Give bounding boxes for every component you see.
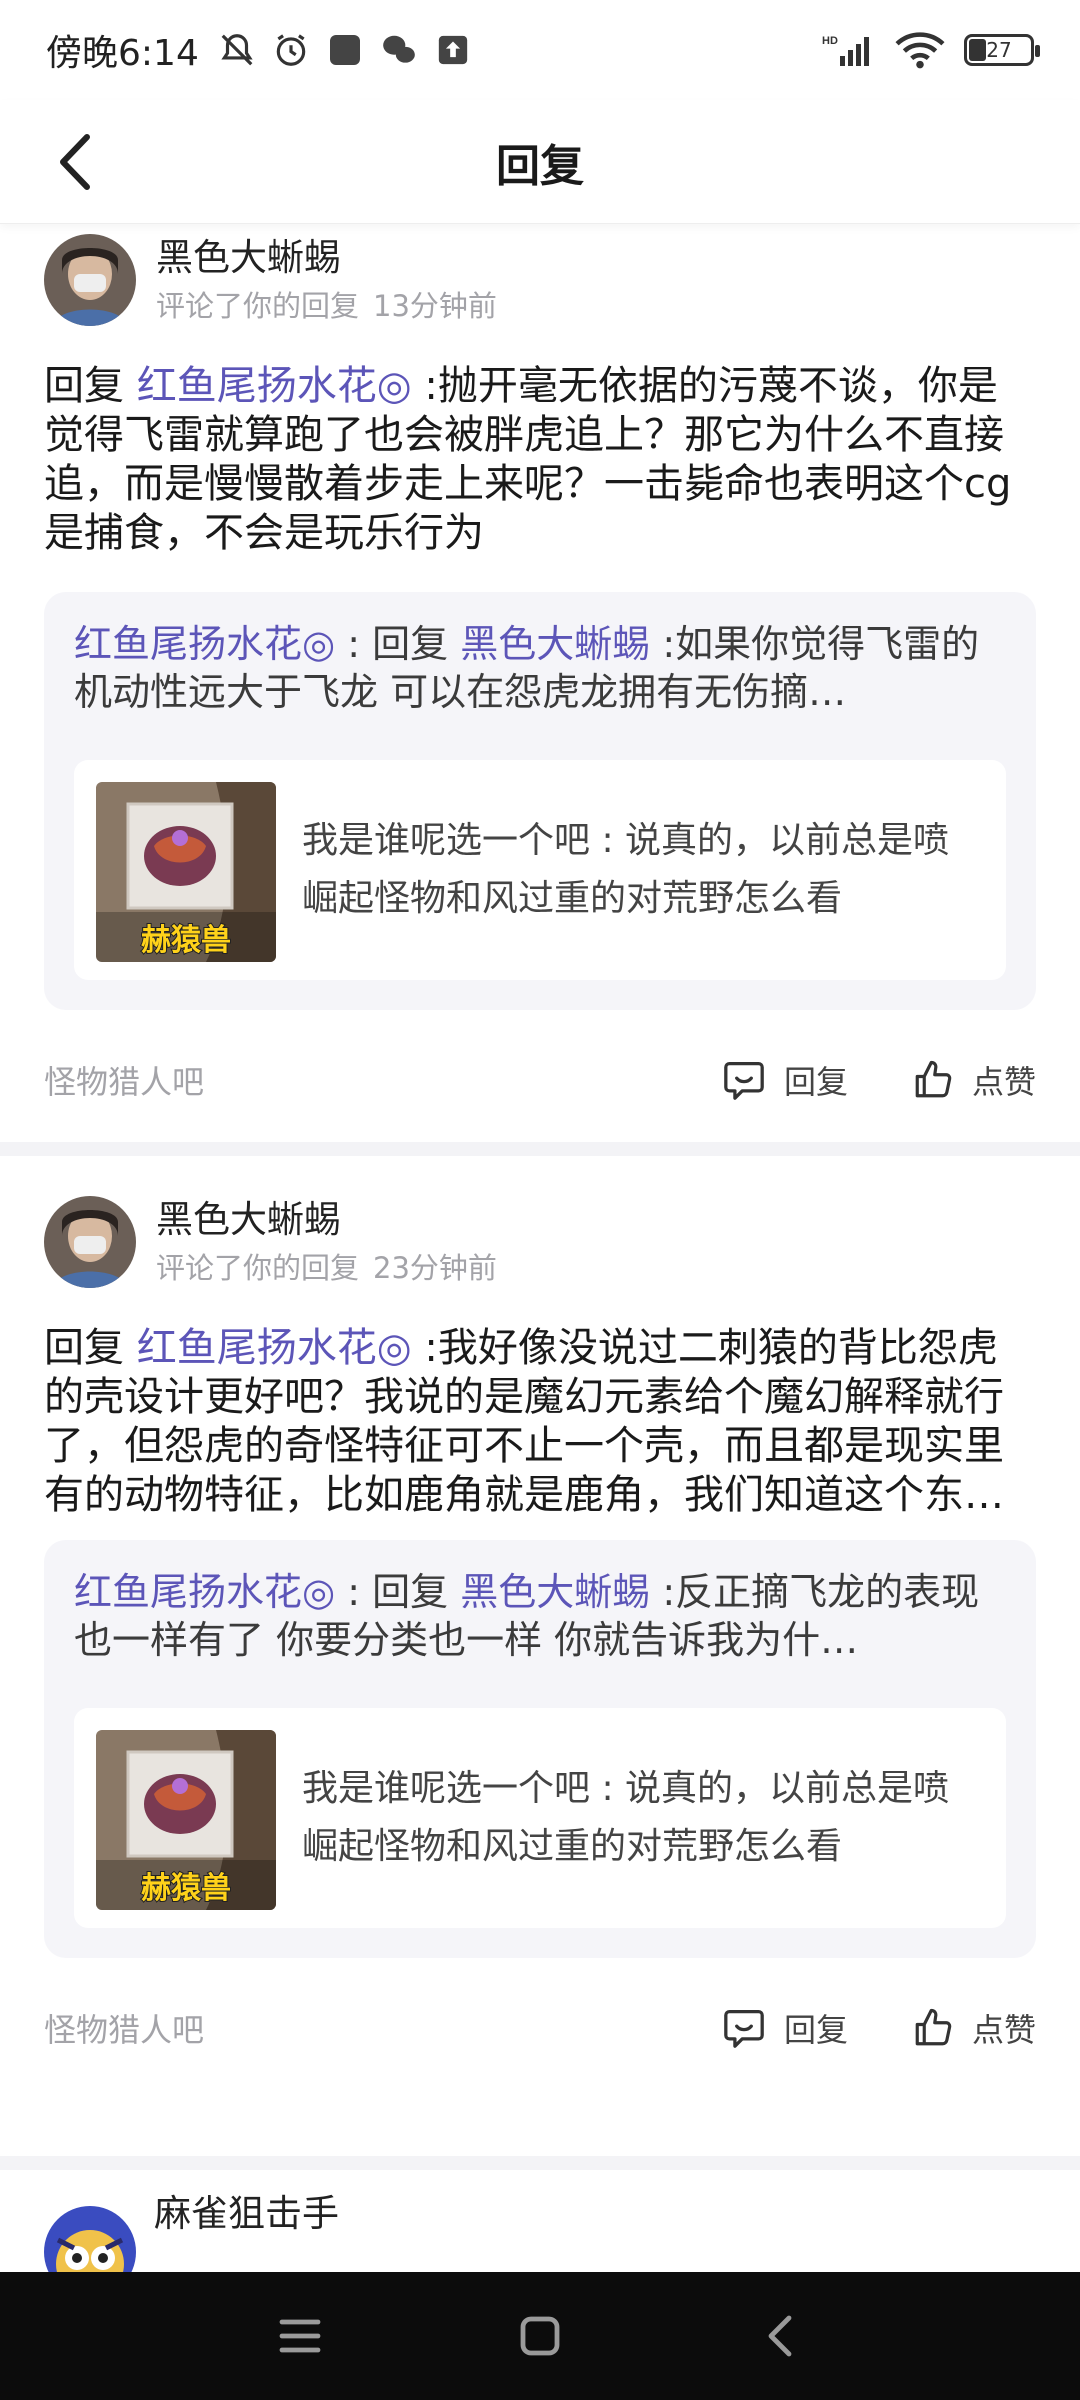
activity-text: 评论了你的回复 xyxy=(156,289,360,323)
post-thumbnail: 赫猿兽 xyxy=(96,782,276,962)
mute-notification-icon xyxy=(217,30,257,70)
quote-author-link[interactable]: 红鱼尾扬水花◎ xyxy=(74,1570,335,1614)
activity-line: 评论了你的回复 23分钟前 xyxy=(156,1246,497,1290)
back-chevron-icon xyxy=(768,2315,792,2357)
status-bar: 傍晚6:14 HD 27 xyxy=(0,0,1080,100)
original-post-text: 我是谁呢选一个吧 : 说真的，以前总是喷崛起怪物和风过重的对荒野怎么看 xyxy=(302,1760,982,1876)
like-label: 点赞 xyxy=(971,1063,1036,1101)
user-meta: 黑色大蜥蜴 评论了你的回复 23分钟前 xyxy=(156,1196,497,1290)
reply-feed[interactable]: 黑色大蜥蜴 评论了你的回复 13分钟前 回复 红鱼尾扬水花◎ :抛开毫无依据的污蔑… xyxy=(0,224,1080,2272)
comment-icon xyxy=(724,1062,764,1100)
menu-icon xyxy=(279,2319,321,2353)
wechat-icon xyxy=(379,30,419,70)
like-label: 点赞 xyxy=(971,2011,1036,2049)
reply-card: 黑色大蜥蜴 评论了你的回复 23分钟前 回复 红鱼尾扬水花◎ :我好像没说过二刺猿… xyxy=(0,1156,1080,2156)
top-nav-bar: 回复 xyxy=(0,100,1080,224)
original-post-box[interactable]: 赫猿兽 我是谁呢选一个吧 : 说真的，以前总是喷崛起怪物和风过重的对荒野怎么看 xyxy=(74,760,1006,980)
status-time: 傍晚6:14 xyxy=(46,33,199,74)
quoted-reply-text: 红鱼尾扬水花◎ : 回复 黑色大蜥蜴 :反正摘飞龙的表现也一样有了 你要分类也一… xyxy=(74,1568,1006,1664)
quote-target-link[interactable]: 黑色大蜥蜴 xyxy=(460,622,650,666)
card-actions: 回复 点赞 xyxy=(722,2005,1036,2051)
user-name[interactable]: 麻雀狙击手 xyxy=(154,2190,339,2238)
mentioned-user-link[interactable]: 红鱼尾扬水花◎ xyxy=(137,1325,412,1371)
activity-line: 评论了你的回复 13分钟前 xyxy=(156,284,497,328)
thumbs-up-icon xyxy=(915,1060,952,1098)
cell-signal-icon: HD xyxy=(822,30,876,70)
reply-prefix: 回复 xyxy=(44,1325,124,1371)
quote-separator: : 回复 xyxy=(335,1570,461,1614)
battery-indicator: 27 xyxy=(964,34,1040,66)
quote-target-link[interactable]: 黑色大蜥蜴 xyxy=(460,1570,650,1614)
reply-button[interactable]: 回复 xyxy=(722,1057,848,1103)
original-post-box[interactable]: 赫猿兽 我是谁呢选一个吧 : 说真的，以前总是喷崛起怪物和风过重的对荒野怎么看 xyxy=(74,1708,1006,1928)
user-meta: 黑色大蜥蜴 评论了你的回复 13分钟前 xyxy=(156,234,497,328)
back-button[interactable] xyxy=(44,128,104,196)
user-name[interactable]: 黑色大蜥蜴 xyxy=(156,234,497,282)
timestamp: 23分钟前 xyxy=(373,1251,497,1285)
timestamp: 13分钟前 xyxy=(373,289,497,323)
quote-author-link[interactable]: 红鱼尾扬水花◎ xyxy=(74,622,335,666)
post-thumbnail: 赫猿兽 xyxy=(96,1730,276,1910)
like-button[interactable]: 点赞 xyxy=(912,2005,1036,2051)
post-separator: : xyxy=(590,1768,626,1809)
card-separator xyxy=(0,2156,1080,2170)
avatar[interactable] xyxy=(44,2206,136,2272)
user-name[interactable]: 黑色大蜥蜴 xyxy=(156,1196,497,1244)
mentioned-user-link[interactable]: 红鱼尾扬水花◎ xyxy=(137,363,412,409)
quoted-reply-text: 红鱼尾扬水花◎ : 回复 黑色大蜥蜴 :如果你觉得飞雷的机动性远大于飞龙 可以在… xyxy=(74,620,1006,716)
reply-button[interactable]: 回复 xyxy=(722,2005,848,2051)
system-navigation-bar xyxy=(0,2272,1080,2400)
quote-separator: : 回复 xyxy=(335,622,461,666)
status-left: 傍晚6:14 xyxy=(46,24,473,76)
card-actions: 回复 点赞 xyxy=(722,1057,1036,1103)
card-header: 黑色大蜥蜴 评论了你的回复 13分钟前 xyxy=(44,234,497,328)
forum-name[interactable]: 怪物猎人吧 xyxy=(44,1057,204,1103)
page-title: 回复 xyxy=(496,140,584,192)
post-author: 我是谁呢选一个吧 xyxy=(302,1768,591,1809)
card-separator xyxy=(0,1142,1080,1156)
quoted-reply-box[interactable]: 红鱼尾扬水花◎ : 回复 黑色大蜥蜴 :反正摘飞龙的表现也一样有了 你要分类也一… xyxy=(44,1540,1036,1958)
avatar[interactable] xyxy=(44,234,136,326)
alarm-clock-icon xyxy=(271,30,311,70)
like-button[interactable]: 点赞 xyxy=(912,1057,1036,1103)
battery-level: 27 xyxy=(986,38,1012,62)
status-right: HD 27 xyxy=(822,30,1040,70)
card-header: 黑色大蜥蜴 评论了你的回复 23分钟前 xyxy=(44,1196,497,1290)
forum-name[interactable]: 怪物猎人吧 xyxy=(44,2005,204,2051)
upload-icon xyxy=(433,30,473,70)
card-footer: 怪物猎人吧 回复 点赞 xyxy=(44,1050,1036,1110)
wifi-icon xyxy=(894,30,946,70)
thumbnail-label: 赫猿兽 xyxy=(141,1871,231,1906)
app-square-icon xyxy=(325,30,365,70)
comment-icon xyxy=(724,2010,764,2048)
avatar[interactable] xyxy=(44,1196,136,1288)
recent-apps-button[interactable] xyxy=(260,2296,340,2376)
back-arrow-icon xyxy=(60,134,90,190)
reply-card: 黑色大蜥蜴 评论了你的回复 13分钟前 回复 红鱼尾扬水花◎ :抛开毫无依据的污蔑… xyxy=(0,224,1080,1144)
post-separator: : xyxy=(590,820,626,861)
thumbs-up-icon xyxy=(915,2008,952,2046)
home-button[interactable] xyxy=(500,2296,580,2376)
card-footer: 怪物猎人吧 回复 点赞 xyxy=(44,1998,1036,2058)
system-back-button[interactable] xyxy=(740,2296,820,2376)
thumbnail-label: 赫猿兽 xyxy=(141,923,231,958)
reply-card: 麻雀狙击手 xyxy=(0,2170,1080,2272)
svg-text:HD: HD xyxy=(822,35,838,47)
reply-content[interactable]: 回复 红鱼尾扬水花◎ :我好像没说过二刺猿的背比怨虎的壳设计更好吧？我说的是魔幻… xyxy=(44,1324,1034,1520)
post-author: 我是谁呢选一个吧 xyxy=(302,820,591,861)
original-post-text: 我是谁呢选一个吧 : 说真的，以前总是喷崛起怪物和风过重的对荒野怎么看 xyxy=(302,812,982,928)
reply-content[interactable]: 回复 红鱼尾扬水花◎ :抛开毫无依据的污蔑不谈，你是觉得飞雷就算跑了也会被胖虎追… xyxy=(44,362,1034,558)
quoted-reply-box[interactable]: 红鱼尾扬水花◎ : 回复 黑色大蜥蜴 :如果你觉得飞雷的机动性远大于飞龙 可以在… xyxy=(44,592,1036,1010)
activity-text: 评论了你的回复 xyxy=(156,1251,360,1285)
reply-prefix: 回复 xyxy=(44,363,124,409)
reply-label: 回复 xyxy=(783,2011,848,2049)
reply-label: 回复 xyxy=(783,1063,848,1101)
home-square-icon xyxy=(520,2316,560,2356)
